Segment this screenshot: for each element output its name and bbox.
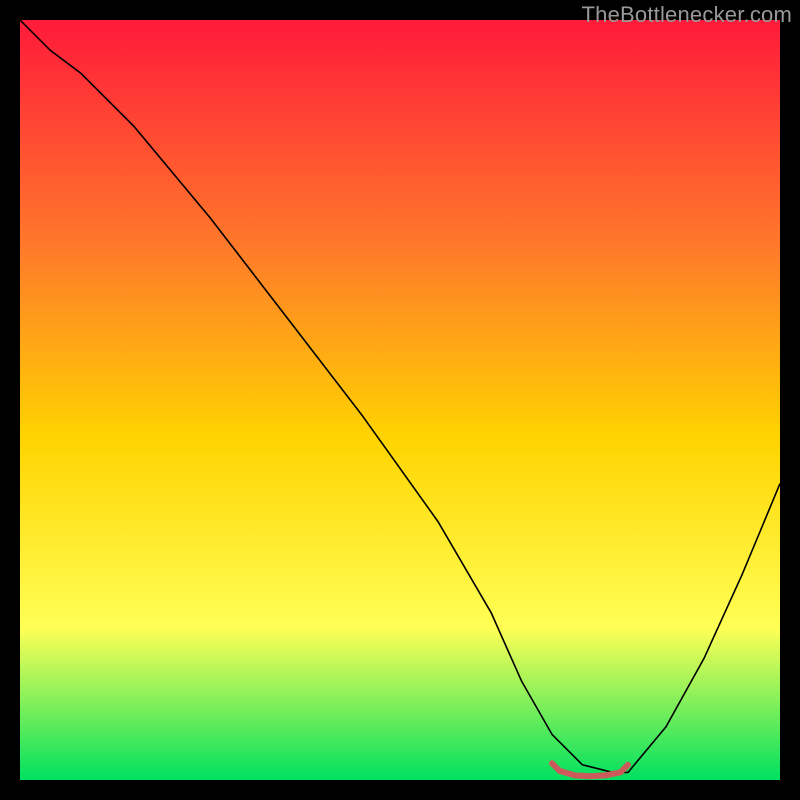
watermark-text: TheBottlenecker.com [582, 2, 792, 28]
chart-frame [20, 20, 780, 780]
bottleneck-chart [20, 20, 780, 780]
gradient-background [20, 20, 780, 780]
